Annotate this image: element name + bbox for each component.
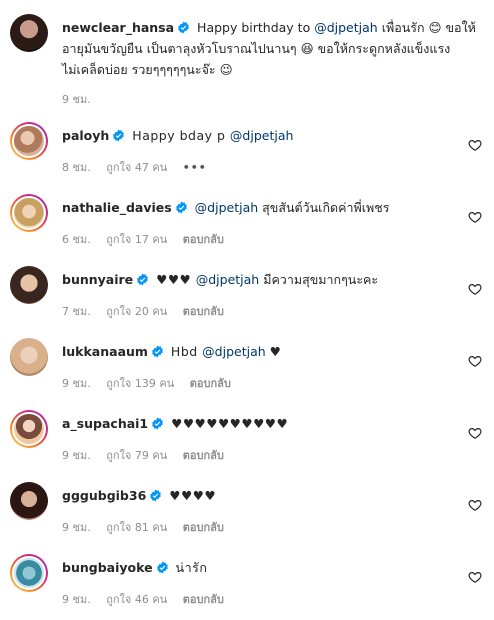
post-text-line3: ไม่เคล็ดบ่อย รวยๆๆๆๆๆนะจ๊ะ 😉: [62, 62, 233, 77]
comment-like-count[interactable]: ถูกใจ 20 คน: [106, 305, 167, 318]
comment-text: ♥♥♥: [156, 272, 196, 287]
commenter-avatar[interactable]: [10, 338, 48, 376]
comment-item: paloyh Happy bday p @djpetjah 8 ชม. ถูกใ…: [10, 122, 484, 186]
comment-item: bunnyaire ♥♥♥ @djpetjah มีความสุขมากๆนะค…: [10, 266, 484, 330]
commenter-avatar[interactable]: [10, 482, 48, 520]
heart-outline-icon[interactable]: [468, 282, 482, 296]
comment-timestamp: 9 ชม.: [62, 449, 91, 462]
comment-text-tail: สุขสันต์วันเกิดค่าพี่เพชร: [258, 200, 390, 215]
comment-like-count[interactable]: ถูกใจ 46 คน: [106, 593, 167, 606]
reply-button[interactable]: ตอบกลับ: [183, 305, 224, 318]
verified-badge-icon: [178, 21, 189, 34]
verified-badge-icon: [175, 201, 187, 214]
more-options-button[interactable]: •••: [183, 161, 207, 174]
comment-item: bungbaiyoke น่ารัก 9 ชม. ถูกใจ 46 คน ตอบ…: [10, 554, 484, 618]
comments-panel: newclear_hansa Happy birthday to @djpetj…: [0, 0, 494, 620]
commenter-username[interactable]: bunnyaire: [62, 272, 133, 287]
reply-button[interactable]: ตอบกลับ: [183, 593, 224, 606]
comment-timestamp: 9 ชม.: [62, 377, 91, 390]
comment-mention[interactable]: @djpetjah: [195, 200, 259, 215]
comment-text: ♥♥♥♥: [169, 488, 217, 503]
post-author-avatar[interactable]: [10, 14, 48, 52]
post-mention[interactable]: @djpetjah: [314, 20, 378, 35]
reply-button[interactable]: ตอบกลับ: [183, 521, 224, 534]
comment-timestamp: 6 ชม.: [62, 233, 91, 246]
comment-like-count[interactable]: ถูกใจ 79 คน: [106, 449, 167, 462]
comment-timestamp: 7 ชม.: [62, 305, 91, 318]
reply-button[interactable]: ตอบกลับ: [183, 233, 224, 246]
commenter-username[interactable]: bungbaiyoke: [62, 560, 153, 575]
commenter-username[interactable]: nathalie_davies: [62, 200, 172, 215]
comment-like-count[interactable]: ถูกใจ 47 คน: [106, 161, 167, 174]
commenter-username[interactable]: lukkanaaum: [62, 344, 148, 359]
comment-like-count[interactable]: ถูกใจ 139 คน: [106, 377, 174, 390]
heart-outline-icon[interactable]: [468, 426, 482, 440]
post-text-line1-post: เพื่อนรัก 😊 ขอให้: [377, 20, 476, 35]
heart-outline-icon[interactable]: [468, 570, 482, 584]
comment-mention[interactable]: @djpetjah: [202, 344, 266, 359]
verified-badge-icon: [156, 561, 168, 574]
comment-mention[interactable]: @djpetjah: [196, 272, 260, 287]
commenter-avatar[interactable]: [10, 266, 48, 304]
post-text-line1-pre: Happy birthday to: [197, 20, 315, 35]
comment-item: nathalie_davies @djpetjah สุขสันต์วันเกิ…: [10, 194, 484, 258]
verified-badge-icon: [150, 489, 162, 502]
verified-badge-icon: [113, 129, 125, 142]
verified-badge-icon: [152, 345, 163, 358]
commenter-avatar[interactable]: [10, 194, 48, 232]
comment-like-count[interactable]: ถูกใจ 81 คน: [106, 521, 167, 534]
commenter-avatar[interactable]: [10, 554, 48, 592]
comment-timestamp: 8 ชม.: [62, 161, 91, 174]
reply-button[interactable]: ตอบกลับ: [183, 449, 224, 462]
post-text-line2: อายุมันขวัญยืน เป็นตาลุงหัวโบราณไปนานๆ 😆…: [62, 41, 451, 56]
commenter-username[interactable]: a_supachai1: [62, 416, 148, 431]
commenter-username[interactable]: gggubgib36: [62, 488, 146, 503]
post-timestamp: 9 ชม.: [62, 93, 91, 106]
comment-text-tail: มีความสุขมากๆนะคะ: [259, 272, 379, 287]
comment-item: lukkanaaum Hbd @djpetjah ♥ 9 ชม. ถูกใจ 1…: [10, 338, 484, 402]
reply-button[interactable]: ตอบกลับ: [190, 377, 231, 390]
heart-outline-icon[interactable]: [468, 498, 482, 512]
comment-text: น่ารัก: [175, 560, 208, 575]
post-author-username[interactable]: newclear_hansa: [62, 20, 174, 35]
comment-timestamp: 9 ชม.: [62, 521, 91, 534]
commenter-username[interactable]: paloyh: [62, 128, 109, 143]
comment-mention[interactable]: @djpetjah: [230, 128, 294, 143]
commenter-avatar[interactable]: [10, 410, 48, 448]
comment-item: a_supachai1 ♥♥♥♥♥♥♥♥♥♥ 9 ชม. ถูกใจ 79 คน…: [10, 410, 484, 474]
comment-text: Happy bday p: [132, 128, 230, 143]
comment-text: ♥♥♥♥♥♥♥♥♥♥: [171, 416, 289, 431]
comment-item: gggubgib36 ♥♥♥♥ 9 ชม. ถูกใจ 81 คน ตอบกลั…: [10, 482, 484, 546]
comment-text: Hbd: [170, 344, 203, 359]
verified-badge-icon: [137, 273, 149, 286]
commenter-avatar[interactable]: [10, 122, 48, 160]
comment-text-tail: ♥: [265, 344, 281, 359]
heart-outline-icon[interactable]: [468, 138, 482, 152]
comment-like-count[interactable]: ถูกใจ 17 คน: [106, 233, 167, 246]
heart-outline-icon[interactable]: [468, 210, 482, 224]
heart-outline-icon[interactable]: [468, 354, 482, 368]
verified-badge-icon: [152, 417, 164, 430]
comment-timestamp: 9 ชม.: [62, 593, 91, 606]
